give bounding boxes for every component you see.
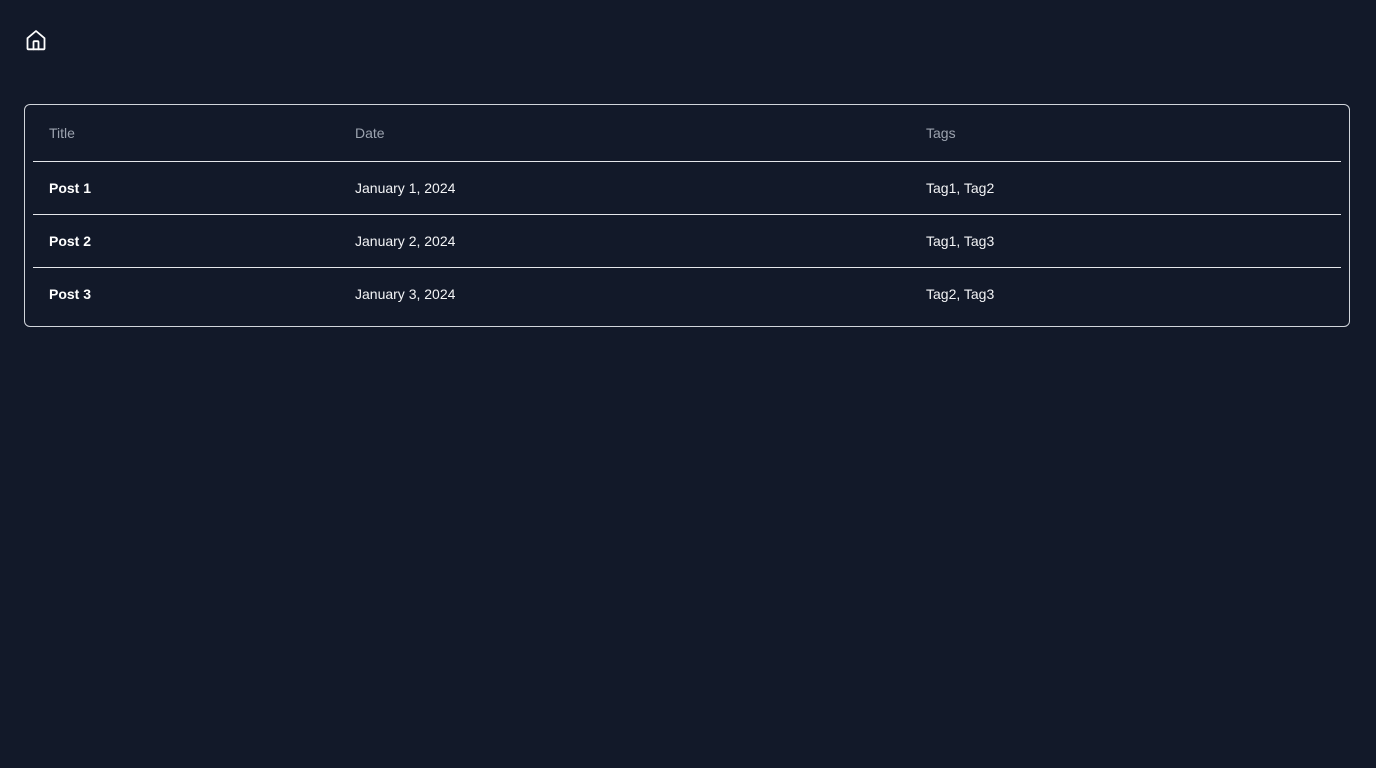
post-date-cell: January 2, 2024 bbox=[339, 213, 910, 267]
post-tags-cell: Tag1, Tag3 bbox=[910, 213, 1341, 267]
table-row[interactable]: Post 1 January 1, 2024 Tag1, Tag2 bbox=[33, 161, 1341, 214]
posts-table-card: Title Date Tags Post 1 January 1, 2024 T… bbox=[24, 104, 1350, 327]
post-date-cell: January 1, 2024 bbox=[355, 179, 456, 196]
post-tags-cell: Tag2, Tag3 bbox=[910, 266, 1341, 320]
table-row[interactable]: Post 3 January 3, 2024 Tag2, Tag3 bbox=[33, 266, 1341, 320]
post-title-cell[interactable]: Post 2 bbox=[33, 213, 339, 267]
post-title-cell[interactable]: Post 3 bbox=[33, 266, 339, 320]
column-header-title[interactable]: Title bbox=[33, 105, 339, 162]
column-header-tags[interactable]: Tags bbox=[910, 105, 1341, 162]
column-header-date[interactable]: Date bbox=[339, 105, 910, 162]
home-link[interactable] bbox=[24, 28, 48, 52]
post-date-cell: January 3, 2024 bbox=[339, 266, 910, 320]
post-tags-cell: Tag1, Tag2 bbox=[926, 179, 995, 196]
posts-table: Title Date Tags Post 1 January 1, 2024 T… bbox=[33, 105, 1341, 320]
table-row[interactable]: Post 2 January 2, 2024 Tag1, Tag3 bbox=[33, 213, 1341, 267]
table-header-row: Title Date Tags bbox=[33, 105, 1341, 162]
home-icon bbox=[26, 30, 46, 51]
post-title-cell[interactable]: Post 1 bbox=[33, 161, 339, 214]
